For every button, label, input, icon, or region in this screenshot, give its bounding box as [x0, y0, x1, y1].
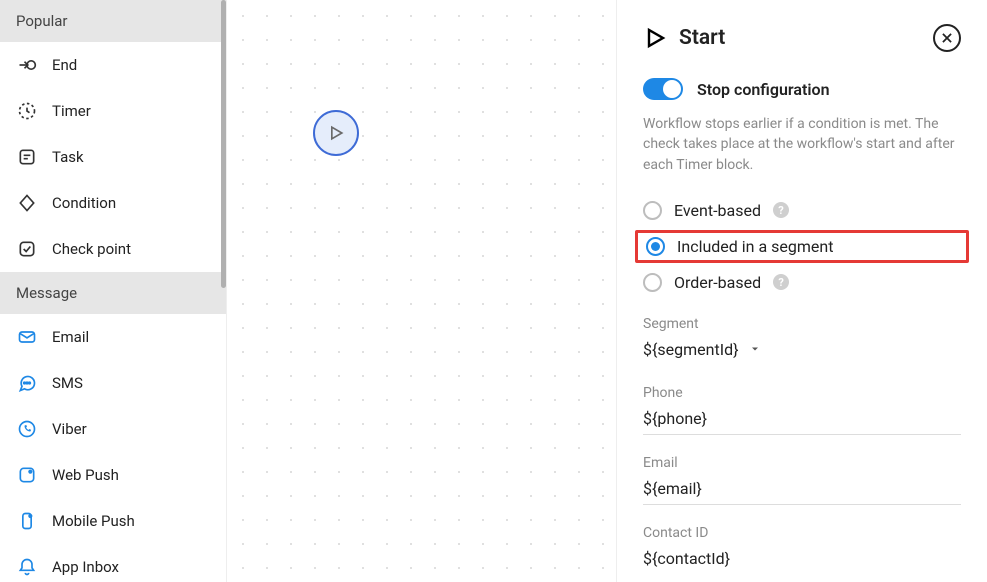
radio-label: Included in a segment [677, 237, 833, 256]
field-label: Email [643, 455, 961, 471]
close-button[interactable] [933, 24, 961, 52]
radio-indicator [643, 201, 662, 220]
select-value: ${segmentId} [643, 340, 739, 359]
sidebar-item-checkpoint[interactable]: Check point [0, 226, 226, 272]
radio-event-based[interactable]: Event-based ? [643, 199, 961, 222]
sidebar-item-end[interactable]: End [0, 42, 226, 88]
sidebar-item-label: SMS [52, 374, 83, 392]
sidebar-item-label: Condition [52, 194, 116, 212]
task-icon [16, 146, 38, 168]
chevron-down-icon [749, 343, 761, 355]
sidebar-item-mobilepush[interactable]: Mobile Push [0, 498, 226, 544]
sidebar-item-task[interactable]: Task [0, 134, 226, 180]
help-icon[interactable]: ? [773, 202, 789, 218]
sidebar-item-label: Task [52, 148, 84, 166]
sidebar-item-label: Email [52, 328, 89, 346]
radio-label: Event-based [674, 201, 761, 220]
condition-icon [16, 192, 38, 214]
sidebar-group-message: Message [0, 272, 226, 314]
start-icon [643, 26, 667, 50]
viber-icon [16, 418, 38, 440]
field-label: Phone [643, 385, 961, 401]
condition-radio-group: Event-based ? Included in a segment Orde… [643, 199, 961, 294]
app-root: Popular End Timer Task Condition [0, 0, 987, 582]
panel-title: Start [679, 26, 725, 50]
field-label: Segment [643, 316, 961, 332]
workflow-canvas[interactable] [226, 0, 617, 582]
stop-config-description: Workflow stops earlier if a condition is… [643, 114, 961, 175]
email-icon [16, 326, 38, 348]
play-icon [326, 123, 346, 143]
sidebar-item-webpush[interactable]: Web Push [0, 452, 226, 498]
end-icon [16, 54, 38, 76]
sidebar-item-label: Check point [52, 240, 131, 258]
sidebar-item-timer[interactable]: Timer [0, 88, 226, 134]
checkpoint-icon [16, 238, 38, 260]
panel-title-wrap: Start [643, 26, 725, 50]
sidebar-item-email[interactable]: Email [0, 314, 226, 360]
sms-icon [16, 372, 38, 394]
close-icon [940, 31, 954, 45]
sidebar-item-label: Mobile Push [52, 512, 135, 530]
radio-included-in-segment[interactable]: Included in a segment [635, 230, 969, 263]
stop-config-label: Stop configuration [697, 80, 830, 99]
timer-icon [16, 100, 38, 122]
field-email: Email ${email} [643, 455, 961, 505]
radio-indicator [646, 237, 665, 256]
segment-select[interactable]: ${segmentId} [643, 338, 961, 365]
stop-config-toggle[interactable] [643, 78, 683, 100]
field-phone: Phone ${phone} [643, 385, 961, 435]
sidebar-item-label: Web Push [52, 466, 119, 484]
phone-input[interactable]: ${phone} [643, 407, 961, 435]
sidebar-item-condition[interactable]: Condition [0, 180, 226, 226]
help-icon[interactable]: ? [773, 274, 789, 290]
sidebar-item-label: Viber [52, 420, 87, 438]
sidebar-item-sms[interactable]: SMS [0, 360, 226, 406]
radio-indicator [643, 273, 662, 292]
field-label: Contact ID [643, 525, 961, 541]
mobilepush-icon [16, 510, 38, 532]
sidebar-item-viber[interactable]: Viber [0, 406, 226, 452]
radio-order-based[interactable]: Order-based ? [643, 271, 961, 294]
webpush-icon [16, 464, 38, 486]
contact-id-input[interactable]: ${contactId} [643, 547, 961, 574]
panel-header: Start [643, 24, 961, 52]
sidebar-item-label: App Inbox [52, 558, 119, 576]
stop-config-row: Stop configuration [643, 78, 961, 100]
sidebar-item-label: Timer [52, 102, 91, 120]
canvas-start-node[interactable] [313, 110, 359, 156]
sidebar-item-appinbox[interactable]: App Inbox [0, 544, 226, 582]
field-segment: Segment ${segmentId} [643, 316, 961, 365]
sidebar: Popular End Timer Task Condition [0, 0, 226, 582]
appinbox-icon [16, 556, 38, 578]
sidebar-group-popular: Popular [0, 0, 226, 42]
sidebar-item-label: End [52, 56, 77, 74]
details-panel: Start Stop configuration Workflow stops … [617, 0, 987, 582]
toggle-knob [663, 80, 681, 98]
radio-label: Order-based [674, 273, 761, 292]
email-input[interactable]: ${email} [643, 477, 961, 505]
field-contact-id: Contact ID ${contactId} [643, 525, 961, 574]
